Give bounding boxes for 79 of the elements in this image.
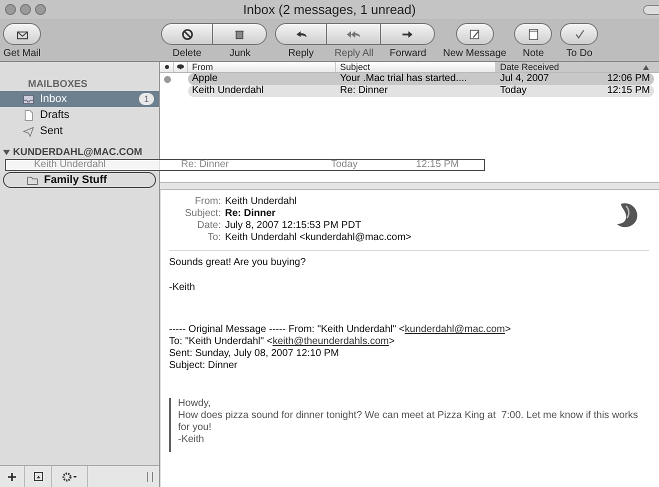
toolbar-label: Reply All — [334, 48, 374, 60]
date-text: Today — [499, 85, 528, 97]
resize-grip-icon[interactable] — [147, 472, 153, 482]
sender-text: Keith Underdahl — [33, 160, 107, 170]
quoted-line: Howdy, — [178, 398, 212, 410]
header-value: July 8, 2007 12:15:53 PM PDT — [225, 220, 362, 232]
column-header[interactable]: From — [188, 62, 336, 72]
toolbar-toggle-button[interactable] — [643, 5, 659, 15]
email-link[interactable]: kunderdahl@mac.com — [404, 324, 505, 335]
plus-icon — [8, 472, 16, 480]
sort-arrow-icon — [643, 65, 649, 70]
mailbox-label: Sent — [40, 124, 64, 139]
column-header[interactable]: Date Received — [496, 62, 659, 72]
window-title: Inbox (2 messages, 1 unread) — [243, 0, 416, 19]
toolbar-button[interactable] — [161, 23, 213, 45]
toolbar-label: Forward — [390, 48, 426, 60]
toolbar-label: Reply — [288, 48, 314, 60]
status-column-header[interactable] — [174, 62, 188, 72]
header-label: Date: — [196, 220, 222, 232]
mailbox-item[interactable]: Family Stuff — [3, 172, 156, 188]
body-text: Sounds great! Are you buying? — [169, 257, 307, 269]
date-text: Jul 4, 2007 — [499, 73, 550, 85]
original-header-line: Sent: Sunday, July 08, 2007 12:10 PM — [169, 348, 340, 360]
section-heading: MAILBOXES — [28, 78, 88, 92]
quoted-line: -Keith — [178, 434, 206, 446]
mailbox-label: Family Stuff — [44, 172, 108, 188]
section-heading: KUNDERDAHL@MAC.COM — [13, 146, 142, 160]
gear-icon — [62, 472, 78, 482]
body-text: -Keith — [169, 282, 196, 294]
toolbar-label: Get Mail — [3, 48, 41, 60]
header-label: Subject: — [184, 208, 222, 220]
header-label: To: — [206, 232, 222, 244]
toolbar-button[interactable] — [456, 23, 494, 45]
message-row[interactable]: Apple Your .Mac trial has started.... Jul 4, 2007 12:06 PM — [188, 73, 654, 85]
window-control-button[interactable] — [35, 4, 46, 15]
show-photo-button[interactable] — [24, 466, 52, 487]
window-control-button[interactable] — [20, 4, 31, 15]
mailbox-item[interactable]: Inbox 1 — [0, 91, 159, 107]
date-text: Today — [331, 160, 359, 170]
subject-text: Re: Dinner — [181, 160, 230, 170]
message-row[interactable]: Keith Underdahl Re: Dinner Today 12:15 PM — [188, 85, 654, 97]
toolbar-button[interactable] — [3, 23, 41, 45]
toolbar-button[interactable] — [381, 23, 435, 45]
toolbar-label: Delete — [172, 48, 202, 60]
toolbar-label: Note — [522, 48, 544, 60]
speech-bubble-icon — [177, 64, 184, 70]
quoted-line: How does pizza sound for dinner tonight? We can meet at Pizza King at 7:00. Let me know if this works for you! — [178, 410, 640, 434]
time-text: 12:15 PM — [607, 85, 651, 97]
column-header-label: Date Received — [500, 62, 560, 72]
toolbar-label: Junk — [229, 48, 251, 60]
email-link[interactable]: keith@theunderdahls.com — [272, 336, 389, 347]
tray-icon — [22, 92, 35, 106]
original-message-line: ----- Original Message ----- From: "Keith Underdahl" <kunderdahl@mac.com> — [169, 324, 512, 336]
mailbox-label: Inbox — [40, 92, 68, 107]
paper-plane-icon — [22, 124, 35, 138]
no-entry-icon — [180, 26, 194, 42]
sender-text: Apple — [191, 73, 219, 85]
dot-icon — [164, 65, 168, 69]
header-label: From: — [194, 196, 222, 208]
toolbar-label: New Message — [443, 48, 506, 60]
mailbox-item[interactable]: Sent — [0, 123, 159, 139]
dragged-message-ghost[interactable]: Keith Underdahl Re: Dinner Today 12:15 PM — [5, 159, 485, 171]
header-value: Keith Underdahl — [225, 196, 297, 208]
header-value: Keith Underdahl <kunderdahl@mac.com> — [225, 232, 412, 244]
unread-count-badge: 1 — [138, 93, 154, 105]
toolbar-label: To Do — [566, 48, 592, 60]
disclosure-triangle-icon[interactable] — [3, 148, 10, 156]
mailbox-item[interactable]: Drafts — [0, 107, 159, 123]
window-control-button[interactable] — [5, 4, 16, 15]
subject-text: Re: Dinner — [339, 85, 389, 97]
time-text: 12:06 PM — [607, 73, 651, 85]
picture-frame-icon — [34, 472, 42, 481]
subject-text: Your .Mac trial has started.... — [339, 73, 468, 85]
mailbox-label: Drafts — [40, 108, 70, 123]
sender-text: Keith Underdahl — [191, 85, 265, 97]
original-header-line: Subject: Dinner — [169, 360, 238, 372]
time-text: 12:15 PM — [416, 160, 459, 170]
original-to-line: To: "Keith Underdahl" <keith@theunderdahls.com> — [169, 336, 396, 348]
header-value: Re: Dinner — [225, 208, 276, 220]
